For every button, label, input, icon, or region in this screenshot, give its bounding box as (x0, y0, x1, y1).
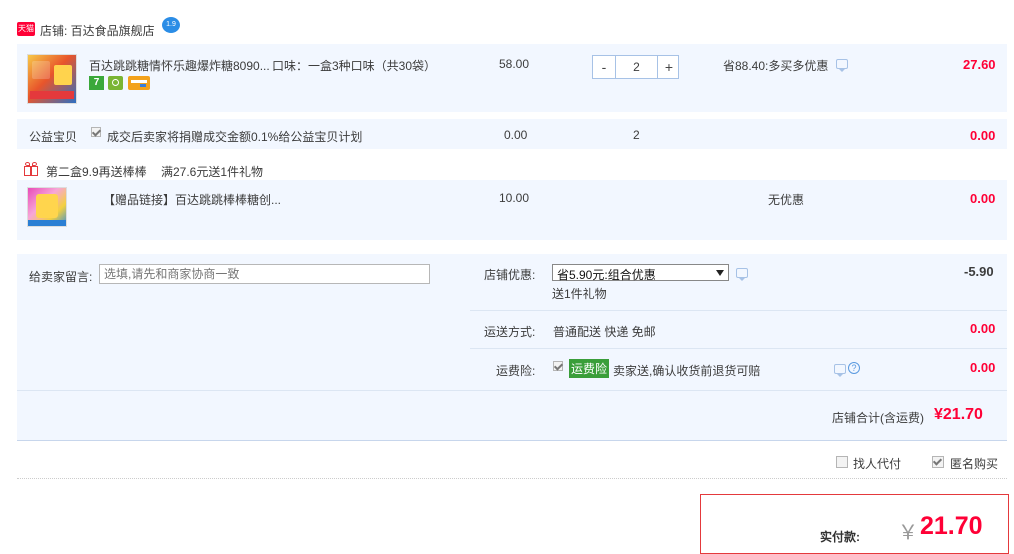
help-icon[interactable]: ? (848, 362, 860, 374)
charity-subtotal: 0.00 (970, 128, 996, 143)
tmall-badge: 天猫 (17, 22, 35, 36)
anonymous-checkbox[interactable] (932, 456, 944, 468)
insurance-badge: 运费险 (569, 359, 610, 378)
service-tag-quality-icon[interactable] (108, 76, 123, 90)
proxy-pay-checkbox[interactable] (836, 456, 848, 468)
shop-discount-comment-icon[interactable] (736, 268, 748, 281)
shop-discount-select[interactable]: 省5.90元:组合优惠 (552, 264, 729, 282)
final-payment-label: 实付款: (820, 530, 860, 544)
anonymous-label[interactable]: 匿名购买 (950, 455, 998, 472)
final-payment-amount: 21.70 (920, 512, 983, 540)
discount-comment-icon[interactable] (836, 59, 848, 72)
proxy-pay-label[interactable]: 找人代付 (853, 455, 901, 472)
insurance-label: 运费险: (496, 364, 536, 378)
final-payment-currency: ￥ (898, 522, 918, 544)
qty-minus-button[interactable]: - (593, 56, 616, 78)
gift-price: 10.00 (499, 191, 530, 205)
service-tag-7day-icon[interactable]: 7 (89, 76, 104, 90)
promo-text-gift: 满27.6元送1件礼物 (161, 165, 264, 179)
divider-3 (17, 390, 1007, 391)
insurance-comment-icon[interactable] (834, 364, 846, 377)
charity-price: 0.00 (504, 128, 528, 142)
shipping-value: 普通配送 快递 免邮 (553, 325, 656, 339)
insurance-checkbox[interactable] (553, 361, 563, 371)
shop-name-link[interactable]: 店铺: 百达食品旗舰店 (40, 22, 155, 39)
item-subtotal: 27.60 (963, 57, 996, 72)
order-info-bottom-border (17, 440, 1007, 441)
service-tag-7day-text: 7 (93, 77, 100, 88)
chat-badge-text: 1.9 (166, 21, 176, 28)
gift-discount: 无优惠 (768, 193, 805, 207)
divider-1 (470, 310, 1007, 311)
promo-text-second-box: 第二盒9.9再送棒棒 (46, 165, 147, 179)
item-row-candy (17, 44, 1007, 112)
shop-discount-label: 店铺优惠: (484, 268, 536, 282)
chevron-down-icon (716, 270, 724, 276)
shipping-amount: 0.00 (970, 321, 996, 336)
service-tag-card-icon[interactable] (128, 76, 150, 90)
charity-checkbox[interactable] (91, 127, 101, 137)
qty-input[interactable]: 2 (616, 56, 657, 78)
charity-qty: 2 (633, 128, 640, 142)
gift-title-link[interactable]: 【赠品链接】百达跳跳棒棒糖创... (103, 191, 281, 208)
shop-discount-gift-note: 送1件礼物 (552, 287, 607, 301)
charity-desc: 成交后卖家将捐赠成交金额0.1%给公益宝贝计划 (107, 130, 363, 144)
shipping-label: 运送方式: (484, 325, 536, 339)
divider-2 (470, 348, 1007, 349)
item-spec: 口味：一盒3种口味（共30袋） (272, 59, 437, 73)
shop-total-amount: ¥21.70 (934, 406, 983, 423)
insurance-amount: 0.00 (970, 360, 996, 375)
shop-discount-amount: -5.90 (964, 264, 994, 279)
item-discount: 省88.40:多买多优惠 (723, 59, 829, 73)
gift-subtotal: 0.00 (970, 191, 996, 206)
tmall-badge-text: 天猫 (18, 24, 34, 33)
item-price: 58.00 (499, 57, 530, 71)
qty-plus-button[interactable]: + (657, 56, 680, 78)
quantity-stepper[interactable]: - 2 + (592, 55, 679, 79)
message-input[interactable] (99, 264, 430, 284)
product-thumbnail[interactable] (27, 54, 77, 104)
insurance-desc: 卖家送,确认收货前退货可赔 (613, 364, 761, 378)
options-divider (17, 478, 1007, 479)
charity-label: 公益宝贝 (29, 130, 78, 144)
shop-discount-selected: 省5.90元:组合优惠 (557, 268, 656, 282)
item-title-link[interactable]: 百达跳跳糖情怀乐趣爆炸糖8090... (89, 57, 270, 74)
message-label: 给卖家留言: (29, 270, 93, 284)
chat-bubble-icon[interactable]: 1.9 (162, 17, 180, 33)
gift-thumbnail[interactable] (27, 187, 67, 227)
gift-icon (23, 162, 39, 176)
shop-total-label: 店铺合计(含运费) (832, 411, 924, 425)
gift-item-row (17, 180, 1007, 240)
